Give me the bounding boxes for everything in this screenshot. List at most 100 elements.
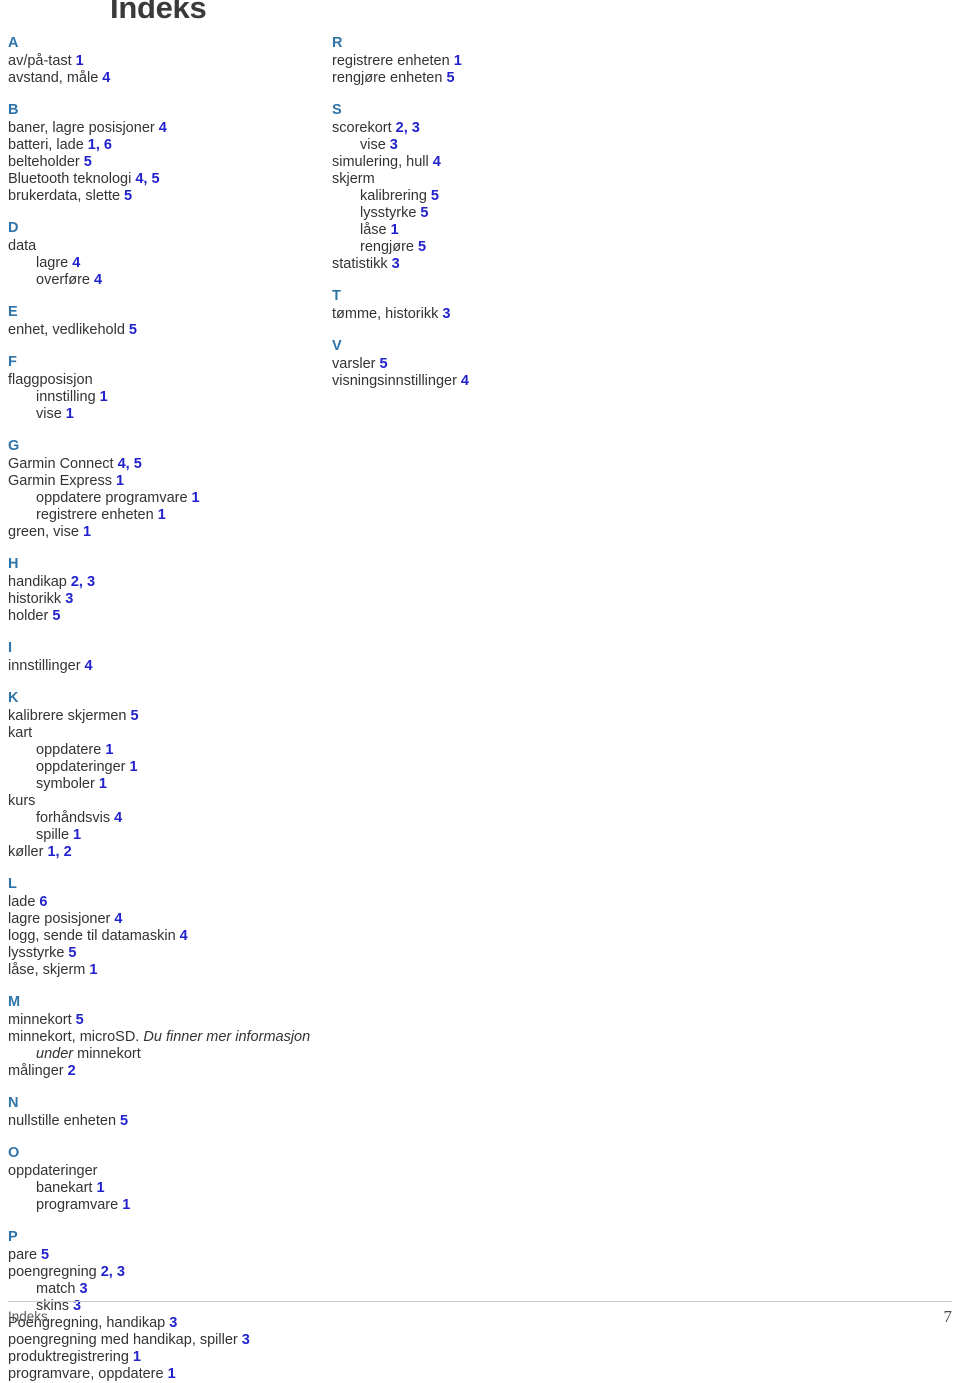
entry-page-numbers[interactable]: 3 bbox=[242, 1332, 250, 1348]
entry-page-numbers[interactable]: 3 bbox=[392, 256, 400, 272]
index-entry[interactable]: vise 1 bbox=[8, 406, 324, 423]
entry-page-numbers[interactable]: 5 bbox=[124, 188, 132, 204]
index-entry[interactable]: programvare 1 bbox=[8, 1197, 324, 1214]
entry-page-numbers[interactable]: 5 bbox=[446, 70, 454, 86]
entry-page-numbers[interactable]: 4 bbox=[102, 70, 110, 86]
index-entry[interactable]: simulering, hull 4 bbox=[332, 154, 648, 171]
index-entry[interactable]: historikk 3 bbox=[8, 591, 324, 608]
index-entry[interactable]: oppdateringer bbox=[8, 1163, 324, 1180]
entry-page-numbers[interactable]: 4 bbox=[114, 911, 122, 927]
index-entry[interactable]: poengregning med handikap, spiller 3 bbox=[8, 1332, 324, 1349]
entry-page-numbers[interactable]: 1 bbox=[116, 473, 124, 489]
index-entry[interactable]: brukerdata, slette 5 bbox=[8, 188, 324, 205]
entry-page-numbers[interactable]: 4, 5 bbox=[135, 171, 159, 187]
index-entry[interactable]: statistikk 3 bbox=[332, 256, 648, 273]
entry-page-numbers[interactable]: 4 bbox=[85, 658, 93, 674]
entry-page-numbers[interactable]: 5 bbox=[84, 154, 92, 170]
index-entry[interactable]: scorekort 2, 3 bbox=[332, 120, 648, 137]
entry-page-numbers[interactable]: 1 bbox=[391, 222, 399, 238]
entry-page-numbers[interactable]: 1 bbox=[99, 776, 107, 792]
index-entry[interactable]: tømme, historikk 3 bbox=[332, 306, 648, 323]
entry-page-numbers[interactable]: 5 bbox=[420, 205, 428, 221]
entry-page-numbers[interactable]: 4 bbox=[94, 272, 102, 288]
index-entry[interactable]: lysstyrke 5 bbox=[332, 205, 648, 222]
entry-page-numbers[interactable]: 1 bbox=[158, 507, 166, 523]
index-entry[interactable]: lagre 4 bbox=[8, 255, 324, 272]
index-entry[interactable]: registrere enheten 1 bbox=[332, 53, 648, 70]
entry-page-numbers[interactable]: 1, 2 bbox=[47, 844, 71, 860]
entry-page-numbers[interactable]: 4, 5 bbox=[118, 456, 142, 472]
index-entry[interactable]: handikap 2, 3 bbox=[8, 574, 324, 591]
index-entry[interactable]: vise 3 bbox=[332, 137, 648, 154]
index-entry[interactable]: holder 5 bbox=[8, 608, 324, 625]
index-entry[interactable]: green, vise 1 bbox=[8, 524, 324, 541]
index-entry[interactable]: køller 1, 2 bbox=[8, 844, 324, 861]
index-entry[interactable]: oppdateringer 1 bbox=[8, 759, 324, 776]
entry-page-numbers[interactable]: 1 bbox=[130, 759, 138, 775]
entry-page-numbers[interactable]: 1 bbox=[122, 1197, 130, 1213]
entry-page-numbers[interactable]: 4 bbox=[159, 120, 167, 136]
index-entry[interactable]: nullstille enheten 5 bbox=[8, 1113, 324, 1130]
entry-page-numbers[interactable]: 1, 6 bbox=[88, 137, 112, 153]
index-entry[interactable]: lagre posisjoner 4 bbox=[8, 911, 324, 928]
index-entry[interactable]: rengjøre 5 bbox=[332, 239, 648, 256]
index-entry[interactable]: Garmin Express 1 bbox=[8, 473, 324, 490]
entry-page-numbers[interactable]: 1 bbox=[76, 53, 84, 69]
index-entry[interactable]: varsler 5 bbox=[332, 356, 648, 373]
index-entry[interactable]: spille 1 bbox=[8, 827, 324, 844]
entry-page-numbers[interactable]: 1 bbox=[96, 1180, 104, 1196]
entry-page-numbers[interactable]: 2, 3 bbox=[396, 120, 420, 136]
entry-page-numbers[interactable]: 3 bbox=[80, 1281, 88, 1297]
index-entry[interactable]: produktregistrering 1 bbox=[8, 1349, 324, 1366]
index-entry[interactable]: data bbox=[8, 238, 324, 255]
index-entry[interactable]: match 3 bbox=[8, 1281, 324, 1298]
index-entry[interactable]: kurs bbox=[8, 793, 324, 810]
index-entry[interactable]: rengjøre enheten 5 bbox=[332, 70, 648, 87]
index-entry[interactable]: avstand, måle 4 bbox=[8, 70, 324, 87]
entry-page-numbers[interactable]: 5 bbox=[431, 188, 439, 204]
entry-page-numbers[interactable]: 1 bbox=[100, 389, 108, 405]
index-entry[interactable]: innstilling 1 bbox=[8, 389, 324, 406]
entry-page-numbers[interactable]: 4 bbox=[180, 928, 188, 944]
entry-page-numbers[interactable]: 1 bbox=[83, 524, 91, 540]
entry-page-numbers[interactable]: 5 bbox=[68, 945, 76, 961]
entry-page-numbers[interactable]: 3 bbox=[65, 591, 73, 607]
entry-page-numbers[interactable]: 5 bbox=[52, 608, 60, 624]
index-entry[interactable]: skjerm bbox=[332, 171, 648, 188]
index-entry[interactable]: programvare, oppdatere 1 bbox=[8, 1366, 324, 1383]
entry-page-numbers[interactable]: 3 bbox=[442, 306, 450, 322]
index-entry[interactable]: forhåndsvis 4 bbox=[8, 810, 324, 827]
entry-page-numbers[interactable]: 1 bbox=[168, 1366, 176, 1382]
entry-page-numbers[interactable]: 1 bbox=[89, 962, 97, 978]
entry-page-numbers[interactable]: 4 bbox=[72, 255, 80, 271]
entry-page-numbers[interactable]: 4 bbox=[114, 810, 122, 826]
index-entry[interactable]: oppdatere 1 bbox=[8, 742, 324, 759]
entry-page-numbers[interactable]: 5 bbox=[120, 1113, 128, 1129]
index-entry[interactable]: belteholder 5 bbox=[8, 154, 324, 171]
index-entry[interactable]: kalibrering 5 bbox=[332, 188, 648, 205]
index-entry[interactable]: flaggposisjon bbox=[8, 372, 324, 389]
index-entry[interactable]: innstillinger 4 bbox=[8, 658, 324, 675]
entry-page-numbers[interactable]: 5 bbox=[41, 1247, 49, 1263]
index-entry[interactable]: kalibrere skjermen 5 bbox=[8, 708, 324, 725]
index-entry[interactable]: lysstyrke 5 bbox=[8, 945, 324, 962]
entry-page-numbers[interactable]: 5 bbox=[380, 356, 388, 372]
entry-page-numbers[interactable]: 1 bbox=[454, 53, 462, 69]
index-entry[interactable]: Garmin Connect 4, 5 bbox=[8, 456, 324, 473]
entry-page-numbers[interactable]: 1 bbox=[192, 490, 200, 506]
entry-page-numbers[interactable]: 5 bbox=[130, 708, 138, 724]
entry-page-numbers[interactable]: 4 bbox=[433, 154, 441, 170]
index-entry[interactable]: visningsinnstillinger 4 bbox=[332, 373, 648, 390]
entry-page-numbers[interactable]: 3 bbox=[390, 137, 398, 153]
index-entry[interactable]: baner, lagre posisjoner 4 bbox=[8, 120, 324, 137]
index-entry[interactable]: batteri, lade 1, 6 bbox=[8, 137, 324, 154]
entry-page-numbers[interactable]: 2, 3 bbox=[71, 574, 95, 590]
entry-page-numbers[interactable]: 1 bbox=[133, 1349, 141, 1365]
index-entry[interactable]: kart bbox=[8, 725, 324, 742]
entry-page-numbers[interactable]: 4 bbox=[461, 373, 469, 389]
entry-page-numbers[interactable]: 1 bbox=[66, 406, 74, 422]
index-entry[interactable]: låse, skjerm 1 bbox=[8, 962, 324, 979]
entry-page-numbers[interactable]: 2, 3 bbox=[101, 1264, 125, 1280]
index-entry[interactable]: oppdatere programvare 1 bbox=[8, 490, 324, 507]
index-entry[interactable]: minnekort 5 bbox=[8, 1012, 324, 1029]
